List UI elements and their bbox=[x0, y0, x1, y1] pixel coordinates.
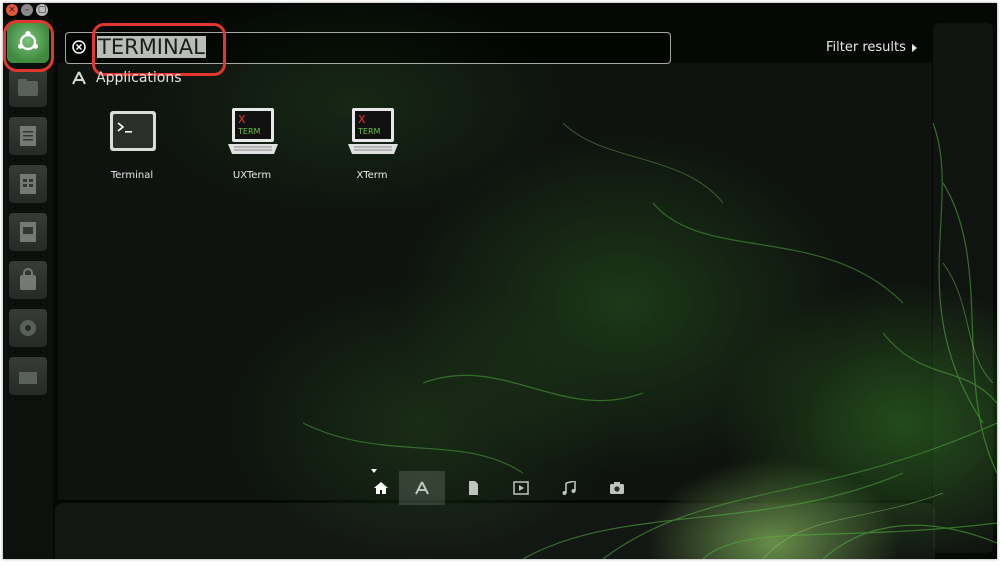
photos-lens-icon bbox=[610, 482, 624, 494]
minimize-window-button[interactable]: – bbox=[21, 4, 33, 16]
impress-presentation-icon bbox=[20, 222, 36, 242]
system-settings-gear-icon bbox=[20, 320, 36, 336]
lens-photos-button[interactable] bbox=[594, 471, 640, 505]
terminal-app-icon bbox=[110, 111, 156, 151]
lens-music-button[interactable] bbox=[546, 471, 592, 505]
launcher-writer-button[interactable] bbox=[9, 117, 47, 155]
launcher-calc-button[interactable] bbox=[9, 165, 47, 203]
software-center-bag-icon bbox=[20, 268, 36, 290]
calc-spreadsheet-icon bbox=[20, 174, 36, 194]
launcher-software-center-button[interactable] bbox=[9, 261, 47, 299]
launcher-settings-button[interactable] bbox=[9, 309, 47, 347]
app-label: Terminal bbox=[110, 170, 154, 181]
background-panel-right bbox=[933, 23, 993, 553]
files-icon bbox=[18, 79, 38, 96]
files-lens-icon bbox=[469, 481, 478, 495]
lens-files-button[interactable] bbox=[450, 471, 496, 505]
clear-circle-icon[interactable] bbox=[72, 40, 86, 54]
home-lens-icon bbox=[374, 482, 388, 494]
lens-home-button[interactable] bbox=[358, 471, 404, 505]
app-result-uxterm[interactable]: X TERM UXTerm bbox=[207, 108, 297, 198]
music-lens-icon bbox=[562, 481, 576, 495]
ubuntu-dash-screen: × – ▢ TERMINAL Filter results Applicatio… bbox=[3, 3, 997, 559]
applications-category-icon bbox=[72, 71, 86, 85]
xterm-term-letters: TERM bbox=[357, 127, 381, 136]
app-label: XTerm bbox=[356, 170, 388, 181]
filter-results-button[interactable]: Filter results bbox=[826, 40, 906, 55]
window-controls: × – ▢ bbox=[6, 4, 48, 16]
writer-document-icon bbox=[20, 126, 36, 146]
xterm-app-icon: X TERM bbox=[348, 108, 398, 154]
trash-icon bbox=[19, 372, 37, 384]
launcher-impress-button[interactable] bbox=[9, 213, 47, 251]
xterm-x-letter: X bbox=[358, 113, 366, 126]
video-lens-icon bbox=[513, 481, 529, 495]
applications-lens-icon bbox=[415, 481, 429, 495]
triangle-right-icon[interactable] bbox=[912, 44, 917, 52]
background-panel-bottom bbox=[55, 503, 935, 559]
xterm-term-letters: TERM bbox=[237, 127, 261, 136]
app-result-xterm[interactable]: X TERM XTerm bbox=[327, 108, 417, 198]
maximize-window-button[interactable]: ▢ bbox=[36, 4, 48, 16]
app-result-terminal[interactable]: Terminal bbox=[87, 108, 177, 198]
xterm-app-icon: X TERM bbox=[228, 108, 278, 154]
highlight-search-text bbox=[92, 23, 226, 76]
app-label: UXTerm bbox=[232, 170, 272, 181]
launcher-files-button[interactable] bbox=[9, 69, 47, 107]
section-title-applications: Applications bbox=[96, 70, 182, 86]
launcher-trash-button[interactable] bbox=[9, 357, 47, 395]
close-window-button[interactable]: × bbox=[6, 4, 18, 16]
dash-results-panel bbox=[58, 63, 932, 500]
xterm-x-letter: X bbox=[238, 113, 246, 126]
highlight-dash-home bbox=[3, 20, 54, 72]
lens-video-button[interactable] bbox=[498, 471, 544, 505]
launcher bbox=[3, 19, 53, 559]
lens-applications-button[interactable] bbox=[399, 471, 445, 505]
